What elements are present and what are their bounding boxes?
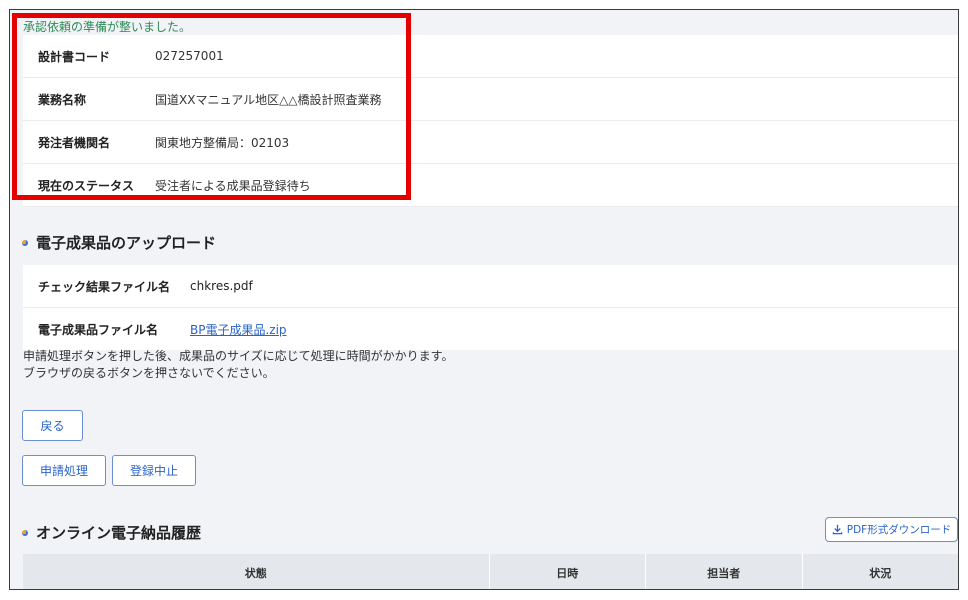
- check-file-label: チェック結果ファイル名: [38, 279, 171, 294]
- notice-line: ブラウザの戻るボタンを押さないでください。: [23, 366, 275, 380]
- column-header-state: 状態: [23, 554, 490, 589]
- info-row-design-code: 設計書コード 027257001: [23, 35, 958, 78]
- info-row-business-name: 業務名称 国道XXマニュアル地区△△橋設計照査業務: [23, 78, 958, 121]
- column-header-status: 状況: [802, 554, 958, 589]
- info-panel: 設計書コード 027257001 業務名称 国道XXマニュアル地区△△橋設計照査…: [23, 35, 958, 207]
- upload-section-title: 電子成果品のアップロード: [22, 232, 216, 253]
- main-frame: 承認依頼の準備が整いました。 設計書コード 027257001 業務名称 国道X…: [9, 9, 959, 590]
- column-header-datetime: 日時: [489, 554, 646, 589]
- info-label: 現在のステータス: [38, 178, 135, 193]
- success-message: 承認依頼の準備が整いました。: [23, 20, 192, 34]
- upload-title-text: 電子成果品のアップロード: [36, 234, 217, 252]
- info-value: 関東地方整備局：02103: [155, 135, 290, 150]
- info-value: 受注者による成果品登録待ち: [155, 178, 311, 193]
- info-row-orderer: 発注者機関名 関東地方整備局：02103: [23, 121, 958, 164]
- deliverable-file-link[interactable]: BP電子成果品.zip: [190, 321, 287, 338]
- bullet-icon: [22, 529, 28, 536]
- download-icon: [832, 524, 843, 535]
- upload-panel: チェック結果ファイル名 chkres.pdf 電子成果品ファイル名 BP電子成果…: [23, 265, 958, 350]
- info-label: 業務名称: [38, 92, 87, 107]
- info-row-status: 現在のステータス 受注者による成果品登録待ち: [23, 164, 958, 207]
- check-file-value: chkres.pdf: [190, 279, 253, 293]
- column-header-person: 担当者: [646, 554, 803, 589]
- history-table-header: 状態 日時 担当者 状況: [23, 554, 958, 589]
- apply-button[interactable]: 申請処理: [22, 455, 106, 486]
- notice-line: 申請処理ボタンを押した後、成果品のサイズに応じて処理に時間がかかります。: [23, 349, 454, 363]
- pdf-download-button[interactable]: PDF形式ダウンロード: [825, 517, 958, 542]
- cancel-registration-button[interactable]: 登録中止: [112, 455, 196, 486]
- info-value: 027257001: [155, 49, 224, 63]
- info-value: 国道XXマニュアル地区△△橋設計照査業務: [155, 92, 382, 107]
- bullet-icon: [22, 239, 28, 246]
- history-title-text: オンライン電子納品履歴: [36, 524, 202, 542]
- info-label: 発注者機関名: [38, 135, 111, 150]
- pdf-download-label: PDF形式ダウンロード: [846, 524, 952, 536]
- history-section-title: オンライン電子納品履歴: [22, 522, 201, 543]
- deliverable-label: 電子成果品ファイル名: [38, 322, 159, 337]
- notice-text: 申請処理ボタンを押した後、成果品のサイズに応じて処理に時間がかかります。 ブラウ…: [23, 348, 453, 382]
- back-button[interactable]: 戻る: [22, 410, 83, 441]
- check-file-row: チェック結果ファイル名 chkres.pdf: [23, 265, 958, 308]
- deliverable-row: 電子成果品ファイル名 BP電子成果品.zip: [23, 308, 958, 350]
- info-label: 設計書コード: [38, 49, 111, 64]
